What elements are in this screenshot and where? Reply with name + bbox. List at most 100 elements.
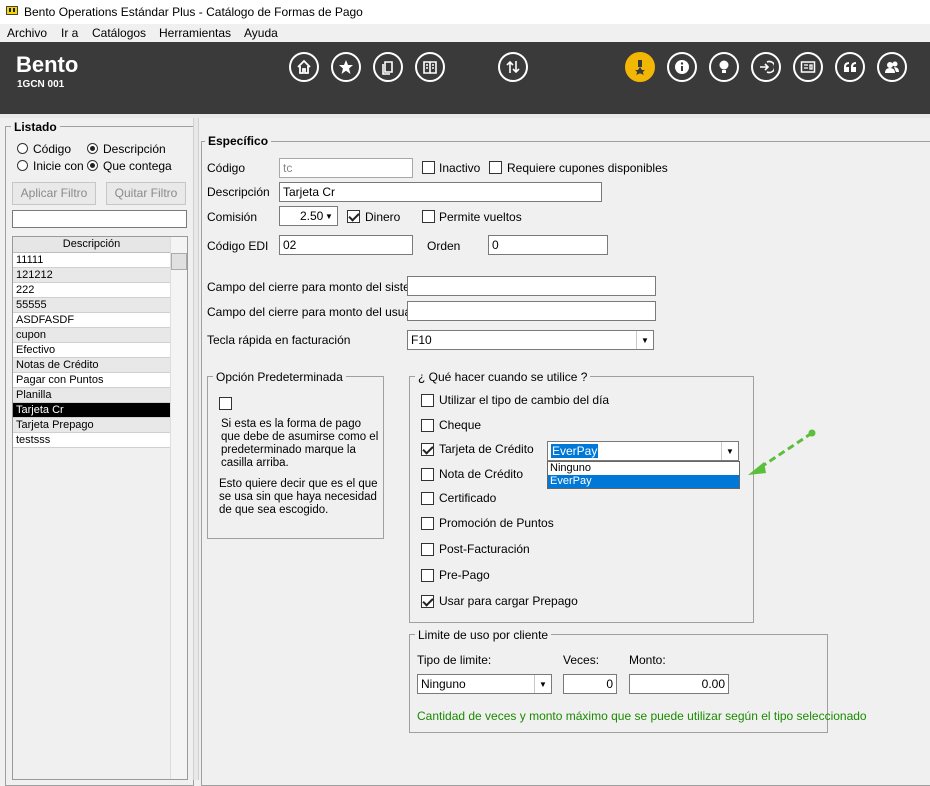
veces-field[interactable]: 0 — [563, 674, 617, 694]
monto-label: Monto: — [629, 653, 666, 667]
requiere-cupones-checkbox[interactable] — [489, 161, 502, 174]
menu-catalogos[interactable]: Catálogos — [92, 26, 146, 40]
chevron-down-icon[interactable]: ▼ — [636, 331, 653, 349]
list-item[interactable]: 222 — [13, 283, 170, 298]
codigo-label: Código — [207, 161, 246, 175]
tarjeta-provider-select[interactable]: EverPay ▼ — [547, 441, 739, 461]
opcion-text-2: Esto quiere decir que es el que se usa s… — [219, 478, 378, 516]
app-icon — [6, 6, 18, 15]
post-facturacion-label: Post-Facturación — [439, 542, 530, 556]
menu-herramientas[interactable]: Herramientas — [159, 26, 231, 40]
tecla-rapida-label: Tecla rápida en facturación — [207, 333, 351, 347]
cheque-label: Cheque — [439, 418, 482, 432]
star-icon[interactable] — [331, 52, 361, 82]
logout-icon[interactable] — [751, 52, 781, 82]
tipo-cambio-checkbox[interactable] — [421, 394, 434, 407]
list-item[interactable]: 55555 — [13, 298, 170, 313]
list-item[interactable]: ASDFASDF — [13, 313, 170, 328]
cierre-usuario-field[interactable] — [407, 301, 656, 321]
cierre-sistema-field[interactable] — [407, 276, 656, 296]
list-item[interactable]: cupon — [13, 328, 170, 343]
dropdown-option-everpay[interactable]: EverPay — [548, 475, 739, 488]
promocion-puntos-checkbox[interactable] — [421, 517, 434, 530]
descripcion-field[interactable]: Tarjeta Cr — [279, 182, 602, 202]
annotation-arrow-icon — [748, 429, 816, 475]
pre-pago-checkbox[interactable] — [421, 569, 434, 582]
monto-field[interactable]: 0.00 — [629, 674, 729, 694]
requiere-cupones-label: Requiere cupones disponibles — [507, 161, 668, 175]
list-item[interactable]: 121212 — [13, 268, 170, 283]
codigo-edi-label: Código EDI — [207, 239, 269, 253]
filter-input[interactable] — [12, 210, 187, 228]
dinero-label: Dinero — [365, 210, 401, 224]
nota-credito-label: Nota de Crédito — [439, 467, 524, 481]
tipo-cambio-label: Utilizar el tipo de cambio del día — [439, 393, 610, 407]
sort-arrows-icon[interactable] — [498, 52, 528, 82]
bulb-icon[interactable] — [709, 52, 739, 82]
predeterminada-checkbox[interactable] — [219, 397, 232, 410]
brand-code: 1GCN 001 — [17, 79, 65, 90]
list-item[interactable]: Tarjeta Cr — [13, 403, 170, 418]
orden-field[interactable]: 0 — [488, 235, 608, 255]
permite-vueltos-checkbox[interactable] — [422, 210, 435, 223]
tarjeta-credito-checkbox[interactable] — [421, 443, 434, 456]
comision-select[interactable]: 2.50 ▼ — [279, 206, 338, 226]
codigo-field[interactable]: tc — [279, 158, 413, 178]
nota-credito-checkbox[interactable] — [421, 468, 434, 481]
opcion-text-1: Si esta es la forma de pago que debe de … — [221, 418, 379, 469]
certificado-checkbox[interactable] — [421, 492, 434, 505]
list-item[interactable]: Pagar con Puntos — [13, 373, 170, 388]
radio-que-contega[interactable] — [87, 160, 98, 171]
menu-ayuda[interactable]: Ayuda — [244, 26, 278, 40]
list-item[interactable]: testsss — [13, 433, 170, 448]
codigo-edi-field[interactable]: 02 — [279, 235, 413, 255]
quote-icon[interactable] — [835, 52, 865, 82]
inactivo-checkbox[interactable] — [422, 161, 435, 174]
users-icon[interactable] — [877, 52, 907, 82]
brand-name: Bento — [16, 52, 79, 77]
radio-inicie-con[interactable] — [17, 160, 28, 171]
list-item[interactable]: 11111 — [13, 253, 170, 268]
post-facturacion-checkbox[interactable] — [421, 543, 434, 556]
radio-codigo-label: Código — [33, 142, 72, 156]
radio-descripcion[interactable] — [87, 143, 98, 154]
list-item[interactable]: Notas de Crédito — [13, 358, 170, 373]
scrollbar-thumb[interactable] — [171, 253, 187, 270]
ledger-icon[interactable] — [415, 52, 445, 82]
chevron-down-icon[interactable]: ▼ — [534, 675, 551, 693]
tecla-rapida-select[interactable]: F10 ▼ — [407, 330, 654, 350]
radio-inicie-con-label: Inicie con — [33, 159, 84, 173]
cheque-checkbox[interactable] — [421, 419, 434, 432]
list-scrollbar[interactable] — [170, 237, 187, 779]
quitar-filtro-button[interactable]: Quitar Filtro — [106, 182, 186, 205]
chevron-down-icon[interactable]: ▼ — [721, 442, 738, 460]
tipo-limite-select[interactable]: Ninguno ▼ — [417, 674, 552, 694]
award-icon[interactable] — [625, 52, 655, 82]
cargar-prepago-checkbox[interactable] — [421, 595, 434, 608]
list-item[interactable]: Planilla — [13, 388, 170, 403]
radio-codigo[interactable] — [17, 143, 28, 154]
home-icon[interactable] — [289, 52, 319, 82]
id-card-icon[interactable] — [793, 52, 823, 82]
menu-archivo[interactable]: Archivo — [7, 26, 47, 40]
radio-que-contega-label: Que contega — [103, 159, 172, 173]
copy-icon[interactable] — [373, 52, 403, 82]
dinero-checkbox[interactable] — [347, 210, 360, 223]
dropdown-option-ninguno[interactable]: Ninguno — [548, 462, 739, 475]
aplicar-filtro-button[interactable]: Aplicar Filtro — [12, 182, 96, 205]
list-item[interactable]: Tarjeta Prepago — [13, 418, 170, 433]
tarjeta-provider-dropdown: Ninguno EverPay — [547, 461, 740, 489]
comision-label: Comisión — [207, 210, 258, 224]
chevron-down-icon[interactable]: ▼ — [321, 207, 337, 225]
radio-descripcion-label: Descripción — [103, 142, 166, 156]
limite-note: Cantidad de veces y monto máximo que se … — [417, 709, 867, 723]
menu-ir-a[interactable]: Ir a — [61, 26, 78, 40]
orden-label: Orden — [427, 239, 461, 253]
list-item[interactable]: Efectivo — [13, 343, 170, 358]
inactivo-label: Inactivo — [439, 161, 481, 175]
tipo-limite-value: Ninguno — [421, 677, 466, 691]
panel-splitter[interactable] — [193, 118, 199, 780]
info-icon[interactable] — [667, 52, 697, 82]
tecla-rapida-value: F10 — [411, 333, 432, 347]
listado-table: Descripción 11111 121212 222 55555 ASDFASDF c… — [12, 236, 188, 780]
